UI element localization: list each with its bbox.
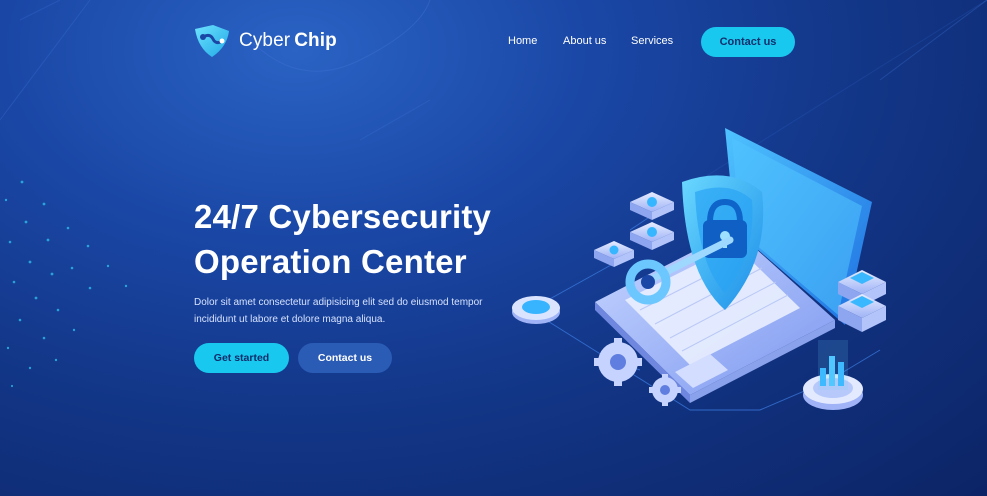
hero-description-line2: incididunt ut labore et dolore magna ali… [194,314,386,325]
hero-description-line1: Dolor sit amet consectetur adipisicing e… [194,297,483,308]
brand-name: Cyber Chip [239,30,337,52]
hero-title: 24/7 Cybersecurity Operation Center [194,194,534,284]
hero-buttons: Get started Contact us [194,343,392,373]
site-header: Cyber Chip Home About us Services Contact… [0,0,987,84]
brand-name-part1: Cyber [239,30,291,51]
nav-services[interactable]: Services [631,35,673,47]
contact-us-button[interactable]: Contact us [298,343,392,373]
shield-chip-icon [195,25,229,57]
nav-home[interactable]: Home [508,35,537,47]
logo[interactable]: Cyber Chip [193,23,337,59]
header-contact-button[interactable]: Contact us [701,27,795,57]
hero-title-line1: 24/7 Cybersecurity [194,198,492,235]
hero-section: 24/7 Cybersecurity Operation Center Dolo… [194,194,534,328]
get-started-button[interactable]: Get started [194,343,289,373]
dot-pattern [4,180,128,388]
nav-about-us[interactable]: About us [563,35,606,47]
brand-name-part2: Chip [294,30,337,51]
hero-description: Dolor sit amet consectetur adipisicing e… [194,294,514,328]
laptop-shield-lock-key-illustration [512,128,886,411]
hero-title-line2: Operation Center [194,243,467,280]
